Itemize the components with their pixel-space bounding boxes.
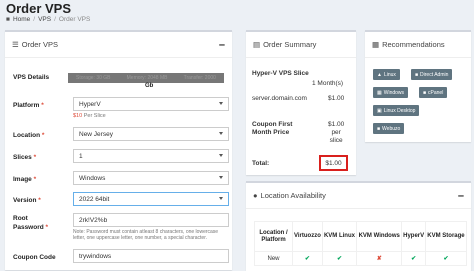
summary-total-value: $1.00 (319, 155, 348, 171)
cpanel-icon: ■ (423, 89, 427, 96)
platform-price: $10 Per Slice (73, 113, 106, 119)
location-availability-panel: ● Location Availability – Location / Pla… (246, 181, 471, 271)
summary-total-label: Total: (252, 160, 270, 167)
summary-item-name: Hyper-V VPS Slice (252, 70, 309, 77)
root-password-label: Root Password * (13, 215, 49, 231)
grid-icon: ▦ (372, 40, 380, 49)
rec-cpanel-button[interactable]: ■ cPanel (419, 87, 448, 98)
collapse-button[interactable]: – (458, 190, 464, 202)
slices-label: Slices * (13, 154, 37, 161)
cart-icon: ▤ (253, 40, 261, 49)
check-icon: ✔ (292, 251, 323, 266)
chevron-down-icon (219, 197, 223, 200)
table-row: New ✔ ✔ ✘ ✔ ✔ (254, 251, 468, 266)
col-kvm-linux: KVM Linux (321, 221, 358, 252)
page-title: Order VPS (6, 1, 72, 16)
version-select[interactable]: 2022 64bit (73, 192, 229, 206)
rec-linux-button[interactable]: ▲ Linux (373, 69, 400, 80)
image-select[interactable]: Windows (73, 171, 229, 185)
col-virtuozzo: Virtuozzo (292, 221, 323, 252)
image-label: Image * (13, 176, 37, 183)
summary-coupon-label: Coupon First Month Price (252, 121, 293, 136)
home-icon: ■ (6, 16, 10, 23)
location-availability-title: Location Availability (260, 191, 326, 200)
order-summary-panel: ▤ Order Summary Hyper-V VPS Slice 1 Mont… (246, 30, 356, 175)
recommendations-panel: ▦ Recommendations ▲ Linux ■ Direct Admin ▦… (365, 30, 471, 142)
check-icon: ✔ (401, 251, 426, 266)
password-note: Note: Password must contain atleast 8 ch… (73, 229, 219, 241)
location-name: New (254, 251, 293, 266)
location-select[interactable]: New Jersey (73, 127, 229, 141)
rec-webuzo-button[interactable]: ■ Webuzo (373, 123, 405, 134)
chevron-down-icon (219, 132, 223, 135)
slices-select[interactable]: 1 (73, 149, 229, 163)
cross-icon: ✘ (356, 251, 403, 266)
storage-spec: Storage: 30 GB (76, 75, 111, 81)
collapse-button[interactable]: – (219, 39, 225, 51)
location-table: Location / Platform Virtuozzo KVM Linux … (254, 221, 468, 266)
col-location: Location / Platform (254, 221, 293, 252)
check-icon: ✔ (321, 251, 358, 266)
check-icon: ✔ (424, 251, 468, 266)
coupon-label: Coupon Code (13, 254, 56, 261)
recommendations-title: Recommendations (382, 40, 445, 49)
root-password-input[interactable]: 2rk!V2%b (73, 213, 229, 227)
coupon-input[interactable]: trywindows (73, 249, 229, 263)
platform-select[interactable]: HyperV (73, 97, 229, 111)
chevron-down-icon (219, 154, 223, 157)
col-kvm-windows: KVM Windows (356, 221, 403, 252)
platform-label: Platform * (13, 102, 44, 109)
directadmin-icon: ■ (415, 71, 419, 78)
vps-specs-bar: Storage: 30 GB Memory: 2048 MB Transfer:… (68, 73, 224, 83)
map-marker-icon: ● (253, 191, 258, 200)
breadcrumb: ■ Home / VPS / Order VPS (6, 16, 91, 23)
vps-details-label: VPS Details (13, 74, 50, 81)
windows-icon: ▦ (377, 89, 382, 96)
col-hyperv: HyperV (401, 221, 426, 252)
rec-windows-button[interactable]: ▦ Windows (373, 87, 409, 98)
summary-hostname: server.domain.com (252, 95, 307, 102)
breadcrumb-current: Order VPS (58, 16, 91, 23)
breadcrumb-vps[interactable]: VPS (38, 16, 51, 23)
version-label: Version * (13, 197, 41, 204)
webuzo-icon: ■ (377, 125, 381, 132)
breadcrumb-home[interactable]: Home (13, 16, 30, 23)
desktop-icon: ▣ (377, 107, 382, 114)
location-label: Location * (13, 132, 45, 139)
transfer-unit: Gb (145, 83, 154, 89)
order-summary-title: Order Summary (263, 40, 317, 49)
transfer-spec: Transfer: 2000 (183, 75, 216, 81)
rec-linux-desktop-button[interactable]: ▣ Linux Desktop (373, 105, 420, 116)
linux-icon: ▲ (377, 71, 382, 78)
memory-spec: Memory: 2048 MB (126, 75, 168, 81)
col-kvm-storage: KVM Storage (424, 221, 468, 252)
list-icon: ☰ (12, 40, 19, 49)
order-vps-title: Order VPS (21, 40, 58, 49)
chevron-down-icon (219, 102, 223, 105)
summary-item-qty: 1 Month(s) (312, 80, 344, 87)
summary-hostname-price: $1.00 (328, 95, 345, 102)
order-vps-panel: ☰ Order VPS – VPS Details Storage: 30 GB… (5, 30, 232, 270)
summary-coupon-price: $1.00 per slice (328, 121, 345, 144)
rec-directadmin-button[interactable]: ■ Direct Admin (411, 69, 453, 80)
chevron-down-icon (219, 176, 223, 179)
